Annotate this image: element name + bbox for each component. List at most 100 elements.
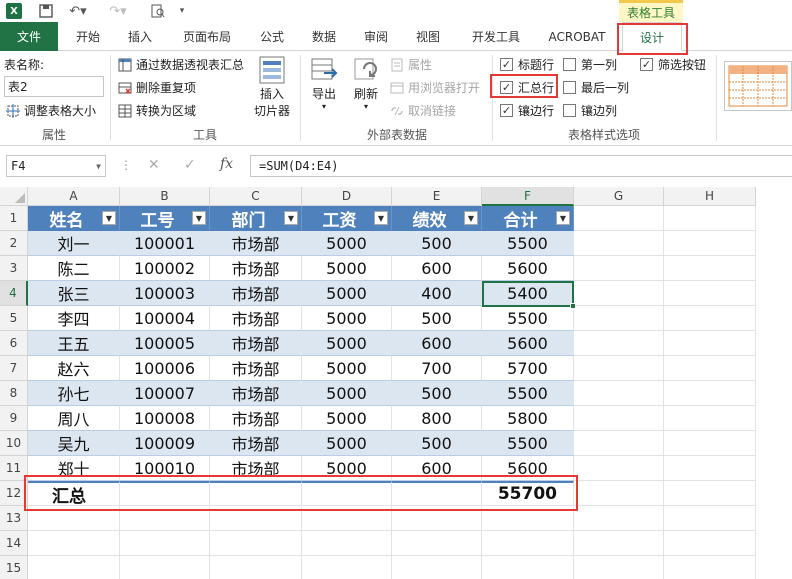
table-cell-name[interactable]: 孙七 xyxy=(28,381,120,406)
table-cell-name[interactable]: 陈二 xyxy=(28,256,120,281)
tab-developer[interactable]: 开发工具 xyxy=(462,22,530,51)
total-row-checkbox[interactable]: ✓ 汇总行 xyxy=(500,79,554,96)
table-cell-total[interactable]: 5600 xyxy=(482,456,574,481)
empty-cell[interactable] xyxy=(482,531,574,556)
table-header-bonus[interactable]: 绩效 ▼ xyxy=(392,206,482,231)
empty-cell[interactable] xyxy=(28,531,120,556)
table-cell-name[interactable]: 周八 xyxy=(28,406,120,431)
empty-cell[interactable] xyxy=(302,556,392,579)
table-cell-salary[interactable]: 5000 xyxy=(302,306,392,331)
empty-cell[interactable] xyxy=(574,281,664,306)
table-cell-salary[interactable]: 5000 xyxy=(302,356,392,381)
print-preview-icon[interactable] xyxy=(146,3,170,19)
table-cell-dept[interactable]: 市场部 xyxy=(210,456,302,481)
table-cell-salary[interactable]: 5000 xyxy=(302,281,392,306)
table-cell-dept[interactable]: 市场部 xyxy=(210,406,302,431)
table-cell-dept[interactable]: 市场部 xyxy=(210,281,302,306)
table-cell-bonus[interactable]: 800 xyxy=(392,406,482,431)
table-cell-salary[interactable]: 5000 xyxy=(302,406,392,431)
empty-cell[interactable] xyxy=(392,506,482,531)
table-cell-salary[interactable]: 5000 xyxy=(302,256,392,281)
redo-icon[interactable]: ↷▾ xyxy=(106,3,130,19)
resize-table-button[interactable]: 调整表格大小 xyxy=(6,102,96,119)
table-cell-name[interactable]: 李四 xyxy=(28,306,120,331)
table-cell-dept[interactable]: 市场部 xyxy=(210,331,302,356)
enter-icon[interactable]: ✓ xyxy=(184,157,196,173)
name-box-dropdown-icon[interactable]: ▼ xyxy=(96,162,101,171)
tab-data[interactable]: 数据 xyxy=(302,22,346,51)
tab-formulas[interactable]: 公式 xyxy=(250,22,294,51)
row-header-8[interactable]: 8 xyxy=(0,381,28,406)
row-header-9[interactable]: 9 xyxy=(0,406,28,431)
row-header-15[interactable]: 15 xyxy=(0,556,28,579)
column-header-f[interactable]: F xyxy=(482,187,574,206)
total-row-value[interactable]: 55700 xyxy=(482,481,574,506)
filter-dropdown-icon[interactable]: ▼ xyxy=(102,211,116,225)
empty-cell[interactable] xyxy=(664,381,756,406)
empty-cell[interactable] xyxy=(120,506,210,531)
tab-file[interactable]: 文件 xyxy=(0,22,58,51)
convert-to-range-button[interactable]: 转换为区域 xyxy=(118,102,196,119)
table-cell-name[interactable]: 吴九 xyxy=(28,431,120,456)
table-cell-bonus[interactable]: 700 xyxy=(392,356,482,381)
insert-function-icon[interactable]: fx xyxy=(220,156,233,172)
table-cell-id[interactable]: 100007 xyxy=(120,381,210,406)
filter-button-checkbox[interactable]: ✓ 筛选按钮 xyxy=(640,56,706,73)
row-header-14[interactable]: 14 xyxy=(0,531,28,556)
empty-cell[interactable] xyxy=(210,531,302,556)
table-cell-total[interactable]: 5400 xyxy=(482,281,574,306)
column-header-d[interactable]: D xyxy=(302,187,392,206)
empty-cell[interactable] xyxy=(574,556,664,579)
row-header-7[interactable]: 7 xyxy=(0,356,28,381)
row-header-12[interactable]: 12 xyxy=(0,481,28,506)
empty-cell[interactable] xyxy=(664,206,756,231)
column-header-e[interactable]: E xyxy=(392,187,482,206)
empty-cell[interactable] xyxy=(664,356,756,381)
empty-cell[interactable] xyxy=(574,406,664,431)
formula-input[interactable]: =SUM(D4:E4) xyxy=(250,155,792,177)
table-cell-bonus[interactable]: 600 xyxy=(392,331,482,356)
table-cell-total[interactable]: 5600 xyxy=(482,331,574,356)
insert-slicer-button[interactable]: 插入 切片器 xyxy=(250,55,294,119)
row-header-10[interactable]: 10 xyxy=(0,431,28,456)
table-cell-salary[interactable]: 5000 xyxy=(302,381,392,406)
filter-dropdown-icon[interactable]: ▼ xyxy=(192,211,206,225)
total-row-cell[interactable] xyxy=(120,481,210,506)
banded-rows-checkbox[interactable]: ✓ 镶边行 xyxy=(500,102,554,119)
banded-columns-checkbox[interactable]: 镶边列 xyxy=(563,102,617,119)
table-cell-dept[interactable]: 市场部 xyxy=(210,256,302,281)
table-cell-total[interactable]: 5500 xyxy=(482,231,574,256)
empty-cell[interactable] xyxy=(664,506,756,531)
undo-icon[interactable]: ↶▾ xyxy=(66,3,90,19)
empty-cell[interactable] xyxy=(664,256,756,281)
table-cell-bonus[interactable]: 500 xyxy=(392,431,482,456)
summarize-pivot-button[interactable]: 通过数据透视表汇总 xyxy=(118,56,244,73)
table-cell-total[interactable]: 5500 xyxy=(482,306,574,331)
table-cell-total[interactable]: 5500 xyxy=(482,431,574,456)
empty-cell[interactable] xyxy=(664,306,756,331)
tab-home[interactable]: 开始 xyxy=(64,22,112,51)
table-header-total[interactable]: 合计 ▼ xyxy=(482,206,574,231)
table-cell-dept[interactable]: 市场部 xyxy=(210,381,302,406)
fill-handle[interactable] xyxy=(570,303,576,309)
column-header-a[interactable]: A xyxy=(28,187,120,206)
column-header-h[interactable]: H xyxy=(664,187,756,206)
tab-insert[interactable]: 插入 xyxy=(116,22,164,51)
empty-cell[interactable] xyxy=(664,281,756,306)
table-cell-id[interactable]: 100006 xyxy=(120,356,210,381)
empty-cell[interactable] xyxy=(392,556,482,579)
open-in-browser-button[interactable]: 用浏览器打开 xyxy=(390,79,480,96)
empty-cell[interactable] xyxy=(482,506,574,531)
table-cell-id[interactable]: 100001 xyxy=(120,231,210,256)
empty-cell[interactable] xyxy=(302,531,392,556)
table-cell-bonus[interactable]: 500 xyxy=(392,231,482,256)
table-cell-bonus[interactable]: 600 xyxy=(392,256,482,281)
empty-cell[interactable] xyxy=(574,306,664,331)
table-cell-salary[interactable]: 5000 xyxy=(302,331,392,356)
filter-dropdown-icon[interactable]: ▼ xyxy=(374,211,388,225)
name-box[interactable]: F4 ▼ xyxy=(6,155,106,177)
table-cell-name[interactable]: 赵六 xyxy=(28,356,120,381)
table-cell-id[interactable]: 100004 xyxy=(120,306,210,331)
empty-cell[interactable] xyxy=(392,531,482,556)
empty-cell[interactable] xyxy=(574,456,664,481)
